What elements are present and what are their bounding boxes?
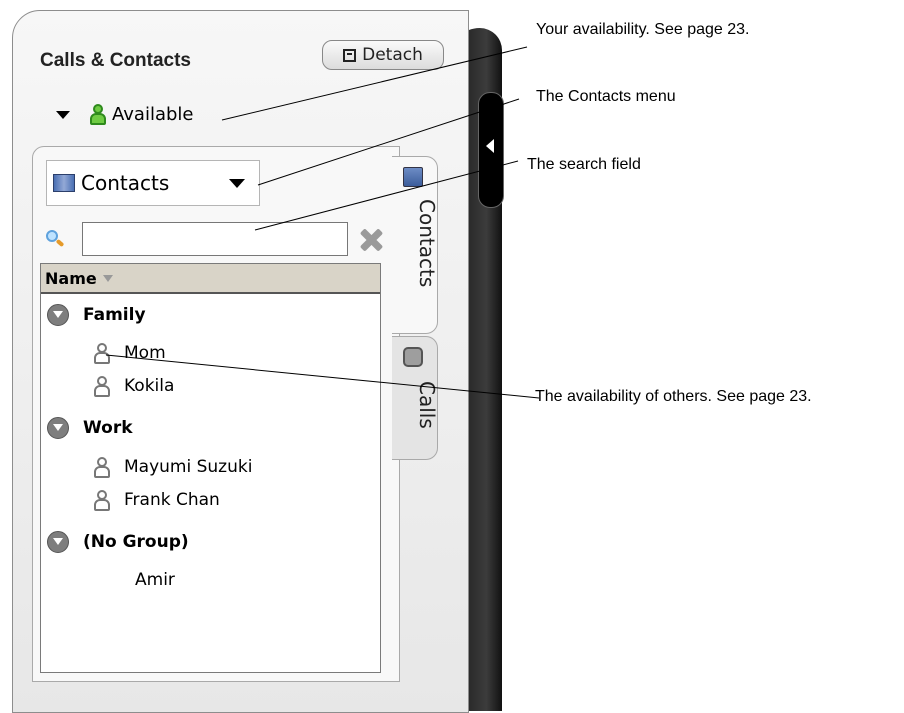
callout-search-field: The search field	[527, 156, 641, 173]
callout-leader-lines	[105, 46, 540, 399]
callout-contacts-menu: The Contacts menu	[536, 88, 676, 105]
callout-others-availability: The availability of others. See page 23.	[535, 388, 812, 405]
callout-availability: Your availability. See page 23.	[536, 21, 750, 38]
